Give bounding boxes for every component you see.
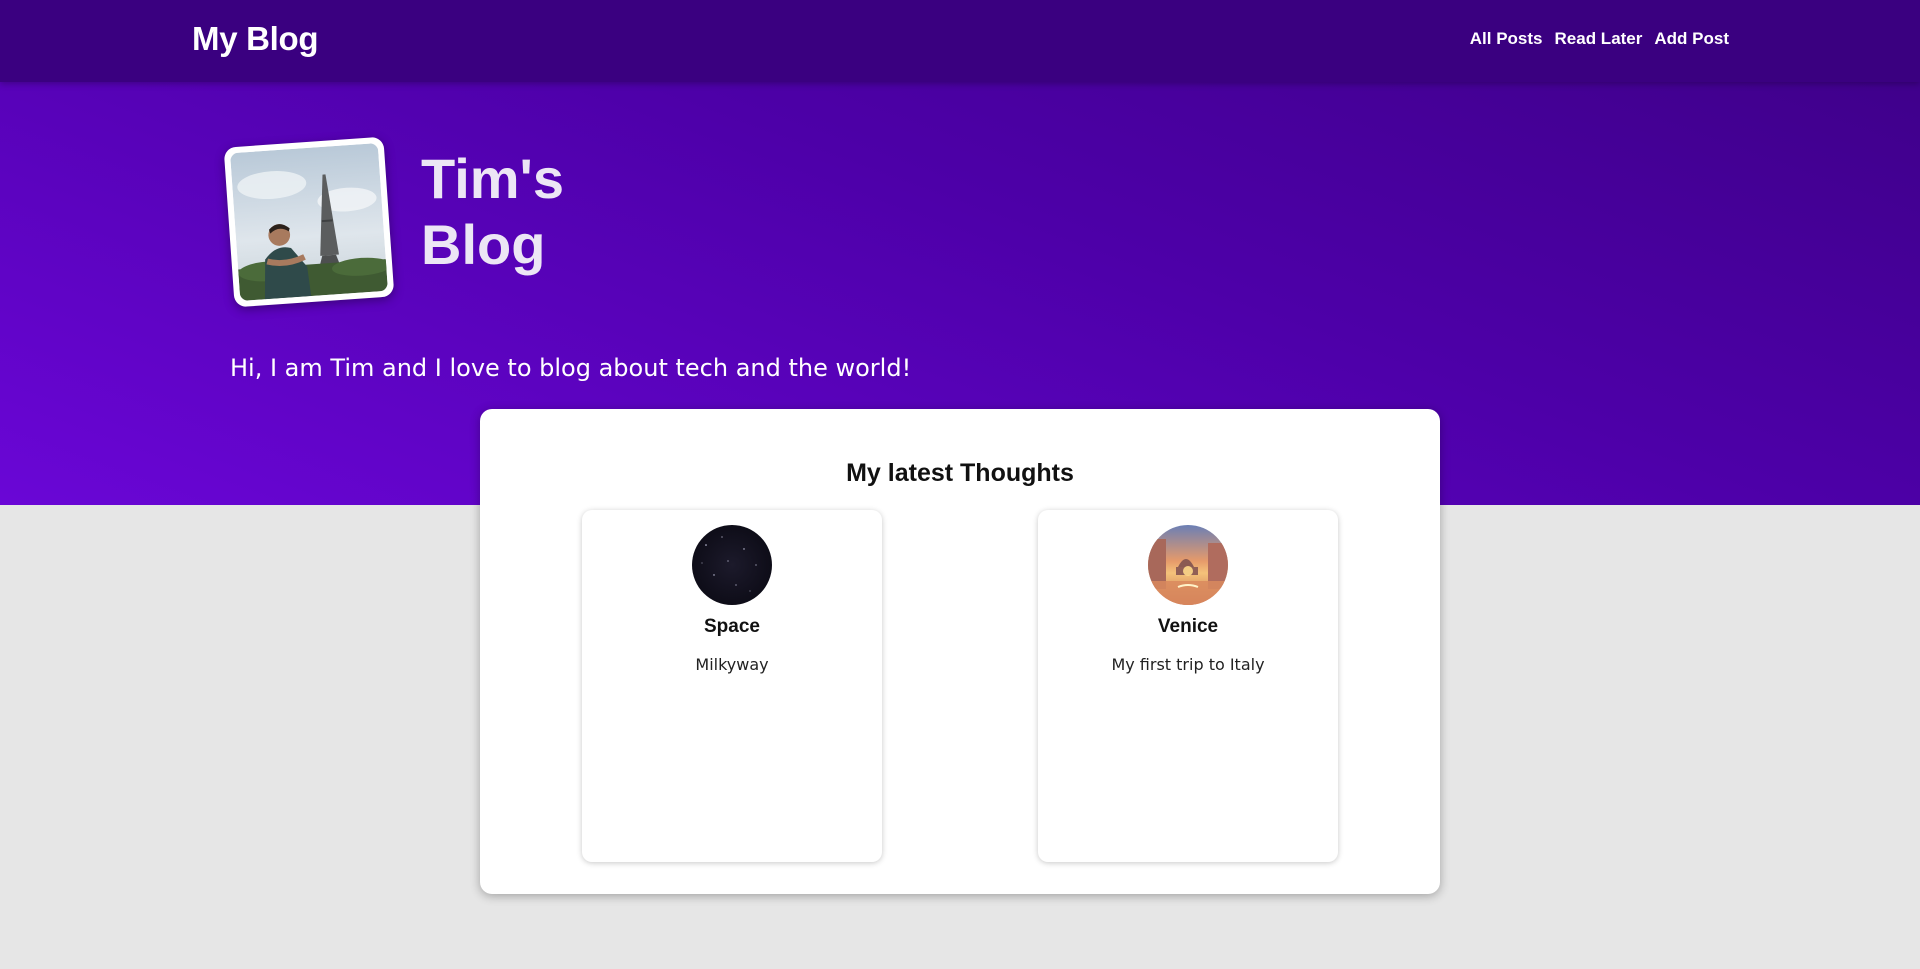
post-title-space: Space: [704, 616, 760, 637]
blog-title-line2: Blog: [421, 213, 546, 276]
brand-logo-link[interactable]: My Blog: [192, 20, 319, 58]
post-title-venice: Venice: [1157, 616, 1219, 637]
hero-tagline: Hi, I am Tim and I love to blog about te…: [230, 354, 912, 382]
latest-posts-heading: My latest Thoughts: [846, 459, 1074, 487]
venice-canal-icon: [1148, 525, 1228, 605]
post-excerpt-space: Milkyway: [695, 655, 769, 674]
post-thumb-venice: [1148, 525, 1228, 605]
post-card-space[interactable]: Space Milkyway: [582, 510, 882, 862]
nav-all-posts[interactable]: All Posts: [1470, 29, 1543, 49]
post-thumb-space: [692, 525, 772, 605]
post-excerpt-venice: My first trip to Italy: [1111, 655, 1265, 674]
main-nav: All Posts Read Later Add Post: [1470, 29, 1729, 49]
nav-read-later[interactable]: Read Later: [1555, 29, 1643, 49]
profile-photo-image: [230, 143, 388, 301]
post-card-venice[interactable]: Venice My first trip to Italy: [1038, 510, 1338, 862]
profile-photo: [223, 136, 395, 308]
main-navbar: My Blog All Posts Read Later Add Post: [0, 0, 1920, 82]
latest-posts-panel: My latest Thoughts Space Milkyway Venice…: [480, 409, 1440, 894]
blog-title-line1: Tim's: [421, 147, 565, 210]
nav-add-post[interactable]: Add Post: [1654, 29, 1729, 49]
blog-title: Tim's Blog: [421, 146, 621, 278]
starry-sky-icon: [692, 525, 772, 605]
